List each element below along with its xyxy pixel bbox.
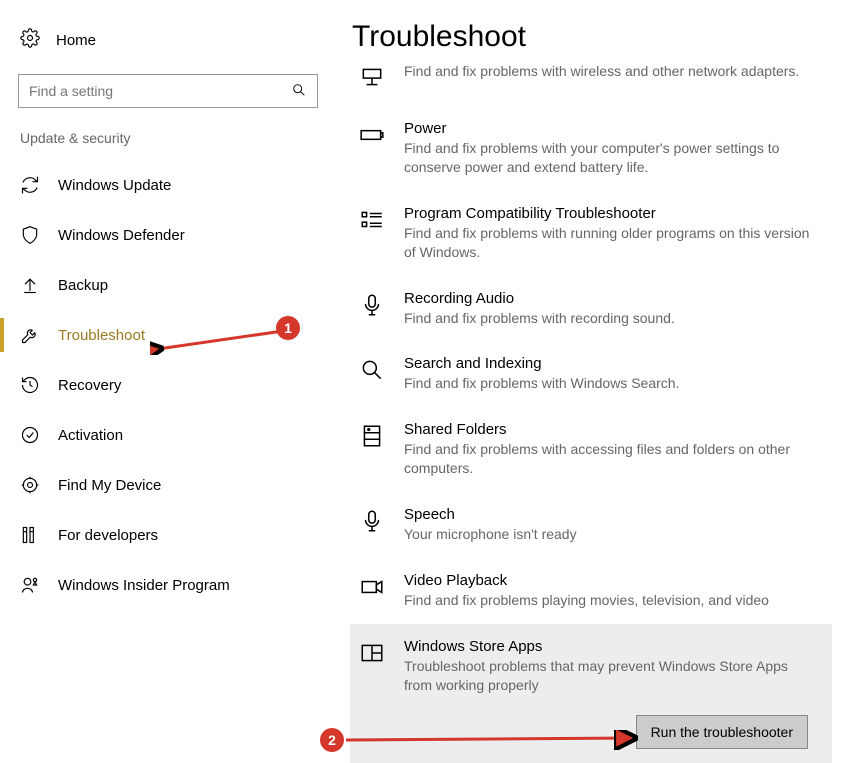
video-icon (358, 574, 386, 602)
sidebar-item-find-my-device[interactable]: Find My Device (0, 460, 350, 510)
ts-desc: Find and fix problems with wireless and … (404, 62, 814, 81)
ts-title: Power (404, 120, 814, 137)
annotation-badge-2: 2 (320, 728, 344, 752)
ts-desc: Your microphone isn't ready (404, 525, 814, 544)
ts-title: Program Compatibility Troubleshooter (404, 205, 814, 222)
sidebar-item-recovery[interactable]: Recovery (0, 360, 350, 410)
sidebar-item-backup[interactable]: Backup (0, 260, 350, 310)
ts-title: Speech (404, 506, 814, 523)
sidebar-item-label: Activation (58, 427, 123, 444)
wrench-icon (20, 325, 40, 345)
home-label: Home (56, 32, 96, 49)
check-circle-icon (20, 425, 40, 445)
ts-title: Recording Audio (404, 290, 814, 307)
sidebar-item-activation[interactable]: Activation (0, 410, 350, 460)
search-icon (358, 357, 386, 385)
apps-icon (358, 640, 386, 668)
ts-title: Shared Folders (404, 421, 814, 438)
main-content: Troubleshoot Network Adapter Find and fi… (350, 0, 842, 762)
list-icon (358, 207, 386, 235)
ts-title: Search and Indexing (404, 355, 814, 372)
sidebar-item-label: Recovery (58, 377, 121, 394)
sync-icon (20, 175, 40, 195)
sidebar-item-label: Windows Insider Program (58, 577, 230, 594)
sidebar-item-windows-update[interactable]: Windows Update (0, 160, 350, 210)
sidebar-item-label: Troubleshoot (58, 327, 145, 344)
ts-desc: Find and fix problems with recording sou… (404, 309, 814, 328)
troubleshoot-item-search-indexing[interactable]: Search and Indexing Find and fix problem… (350, 341, 832, 407)
developers-icon (20, 525, 40, 545)
microphone-icon (358, 292, 386, 320)
battery-icon (358, 122, 386, 150)
location-icon (20, 475, 40, 495)
sidebar-item-label: Find My Device (58, 477, 161, 494)
sidebar: Home Update & security Windows Update Wi… (0, 0, 350, 762)
ts-desc: Find and fix problems with Windows Searc… (404, 374, 814, 393)
sidebar-item-label: Windows Update (58, 177, 171, 194)
network-adapter-icon (358, 64, 386, 92)
search-input[interactable] (29, 83, 291, 99)
annotation-badge-1: 1 (276, 316, 300, 340)
ts-desc: Find and fix problems playing movies, te… (404, 591, 814, 610)
ts-desc: Troubleshoot problems that may prevent W… (404, 657, 814, 695)
upload-icon (20, 275, 40, 295)
sidebar-item-label: For developers (58, 527, 158, 544)
search-icon (291, 82, 307, 101)
sidebar-item-label: Windows Defender (58, 227, 185, 244)
troubleshoot-item-speech[interactable]: Speech Your microphone isn't ready (350, 492, 832, 558)
annotation-arrow-2 (342, 730, 642, 750)
ts-title: Video Playback (404, 572, 814, 589)
run-troubleshooter-button[interactable]: Run the troubleshooter (636, 715, 808, 749)
troubleshoot-item-recording-audio[interactable]: Recording Audio Find and fix problems wi… (350, 276, 832, 342)
sidebar-item-for-developers[interactable]: For developers (0, 510, 350, 560)
ts-title: Windows Store Apps (404, 638, 814, 655)
page-title: Troubleshoot (352, 20, 832, 54)
ts-desc: Find and fix problems with running older… (404, 224, 814, 262)
sidebar-item-label: Backup (58, 277, 108, 294)
troubleshoot-item-video-playback[interactable]: Video Playback Find and fix problems pla… (350, 558, 832, 624)
sidebar-category: Update & security (0, 130, 350, 160)
insider-icon (20, 575, 40, 595)
ts-desc: Find and fix problems with your computer… (404, 139, 814, 177)
gear-icon (20, 28, 40, 52)
troubleshoot-item-network-adapter[interactable]: Network Adapter Find and fix problems wi… (350, 60, 832, 106)
search-input-wrap[interactable] (18, 74, 318, 108)
troubleshoot-item-power[interactable]: Power Find and fix problems with your co… (350, 106, 832, 191)
shield-icon (20, 225, 40, 245)
troubleshoot-item-program-compatibility[interactable]: Program Compatibility Troubleshooter Fin… (350, 191, 832, 276)
sidebar-item-windows-insider[interactable]: Windows Insider Program (0, 560, 350, 610)
troubleshoot-item-shared-folders[interactable]: Shared Folders Find and fix problems wit… (350, 407, 832, 492)
history-icon (20, 375, 40, 395)
ts-desc: Find and fix problems with accessing fil… (404, 440, 814, 478)
sidebar-home[interactable]: Home (0, 28, 350, 74)
server-icon (358, 423, 386, 451)
microphone-icon (358, 508, 386, 536)
sidebar-item-windows-defender[interactable]: Windows Defender (0, 210, 350, 260)
